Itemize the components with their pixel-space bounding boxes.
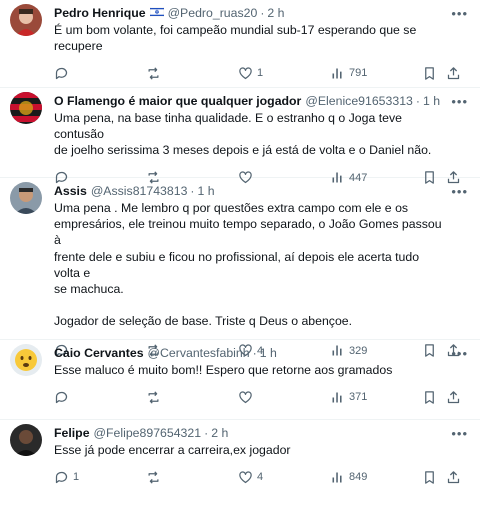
author-handle[interactable]: @Pedro_ruas20	[168, 6, 258, 20]
views-button[interactable]: 371	[330, 384, 367, 410]
reply-button[interactable]	[54, 60, 73, 86]
author-name[interactable]: Caio Cervantes	[54, 346, 144, 360]
separator-dot: ·	[260, 6, 265, 20]
post-text: É um bom volante, foi campeão mundial su…	[54, 23, 417, 54]
reply-icon	[55, 471, 68, 483]
like-button[interactable]	[238, 384, 257, 410]
bookmark-button[interactable]	[422, 464, 437, 490]
post-time[interactable]: 2 h	[267, 6, 284, 20]
avatar[interactable]	[10, 424, 42, 456]
view-count: 791	[349, 67, 368, 80]
share-button[interactable]	[446, 60, 461, 86]
repost-button[interactable]	[146, 384, 165, 410]
author-name[interactable]: Felipe	[54, 426, 90, 440]
avatar[interactable]	[10, 92, 42, 124]
author-handle[interactable]: @Felipe897654321	[94, 426, 202, 440]
reply-button[interactable]: 1	[54, 464, 79, 490]
post-actions: 1 4 849	[54, 464, 466, 490]
share-button[interactable]	[446, 384, 461, 410]
bookmark-icon	[425, 67, 434, 80]
more-icon[interactable]: •••	[451, 94, 468, 109]
post[interactable]: O Flamengo é maior que qualquer jogador …	[0, 88, 480, 184]
repost-icon	[148, 391, 159, 404]
more-icon[interactable]: •••	[451, 426, 468, 441]
avatar[interactable]	[10, 4, 42, 36]
like-icon	[239, 471, 252, 483]
views-button[interactable]: 791	[330, 60, 367, 86]
more-icon[interactable]: •••	[451, 6, 468, 21]
like-icon	[239, 391, 252, 403]
bookmark-icon	[425, 390, 434, 404]
author-name[interactable]: Pedro Henrique	[54, 6, 146, 20]
post-time[interactable]: 1 h	[423, 94, 440, 108]
reply-icon	[55, 67, 68, 80]
share-icon	[447, 67, 460, 80]
avatar[interactable]	[10, 182, 42, 214]
views-icon	[332, 68, 342, 79]
post-actions: 1 791	[54, 60, 466, 86]
post-text: Uma pena . Me lembro q por questões extr…	[54, 201, 442, 329]
view-count: 849	[349, 471, 368, 484]
separator-dot: ·	[252, 346, 257, 360]
like-icon	[239, 67, 252, 80]
avatar[interactable]	[10, 344, 42, 376]
share-button[interactable]	[446, 464, 461, 490]
more-icon[interactable]: •••	[451, 346, 468, 361]
share-icon	[447, 390, 460, 403]
post-text: Uma pena, na base tinha qualidade. E o e…	[54, 111, 432, 158]
post-text: Esse maluco é muito bom!! Espero que ret…	[54, 363, 393, 377]
israel-flag-icon	[149, 6, 164, 20]
separator-dot: ·	[204, 426, 209, 440]
bookmark-button[interactable]	[422, 384, 437, 410]
author-name[interactable]: Assis	[54, 184, 87, 198]
author-handle[interactable]: @Elenice91653313	[305, 94, 413, 108]
more-icon[interactable]: •••	[451, 184, 468, 199]
views-icon	[332, 392, 342, 403]
post-time[interactable]: 1 h	[198, 184, 215, 198]
post[interactable]: Assis @Assis81743813 · 1 h ••• Uma pena …	[0, 178, 480, 357]
reply-count: 1	[73, 471, 80, 484]
post-time[interactable]: 1 h	[260, 346, 277, 360]
author-handle[interactable]: @Assis81743813	[91, 184, 188, 198]
share-icon	[447, 470, 460, 483]
author-name[interactable]: O Flamengo é maior que qualquer jogador	[54, 94, 301, 108]
author-handle[interactable]: @Cervantesfabinh	[148, 346, 250, 360]
post-time[interactable]: 2 h	[211, 426, 228, 440]
post[interactable]: Pedro Henrique @Pedro_ruas20 · 2 h ••• É…	[0, 0, 480, 88]
like-button[interactable]: 1	[238, 60, 263, 86]
post[interactable]: Caio Cervantes @Cervantesfabinh · 1 h ••…	[0, 340, 480, 420]
post-actions: 371	[54, 384, 466, 410]
view-count: 371	[349, 391, 368, 404]
separator-dot: ·	[415, 94, 420, 108]
views-icon	[332, 472, 342, 483]
like-count: 1	[257, 67, 264, 80]
reply-icon	[55, 391, 68, 403]
separator-dot: ·	[190, 184, 195, 198]
views-button[interactable]: 849	[330, 464, 367, 490]
reply-feed: Pedro Henrique @Pedro_ruas20 · 2 h ••• É…	[0, 0, 480, 502]
repost-button[interactable]	[146, 464, 165, 490]
repost-icon	[148, 471, 159, 484]
bookmark-icon	[425, 470, 434, 484]
like-count: 4	[257, 471, 264, 484]
post-text: Esse já pode encerrar a carreira,ex joga…	[54, 443, 291, 457]
repost-button[interactable]	[146, 60, 165, 86]
like-button[interactable]: 4	[238, 464, 263, 490]
reply-button[interactable]	[54, 384, 73, 410]
post[interactable]: Felipe @Felipe897654321 · 2 h ••• Esse j…	[0, 420, 480, 502]
bookmark-button[interactable]	[422, 60, 437, 86]
repost-icon	[148, 67, 159, 80]
